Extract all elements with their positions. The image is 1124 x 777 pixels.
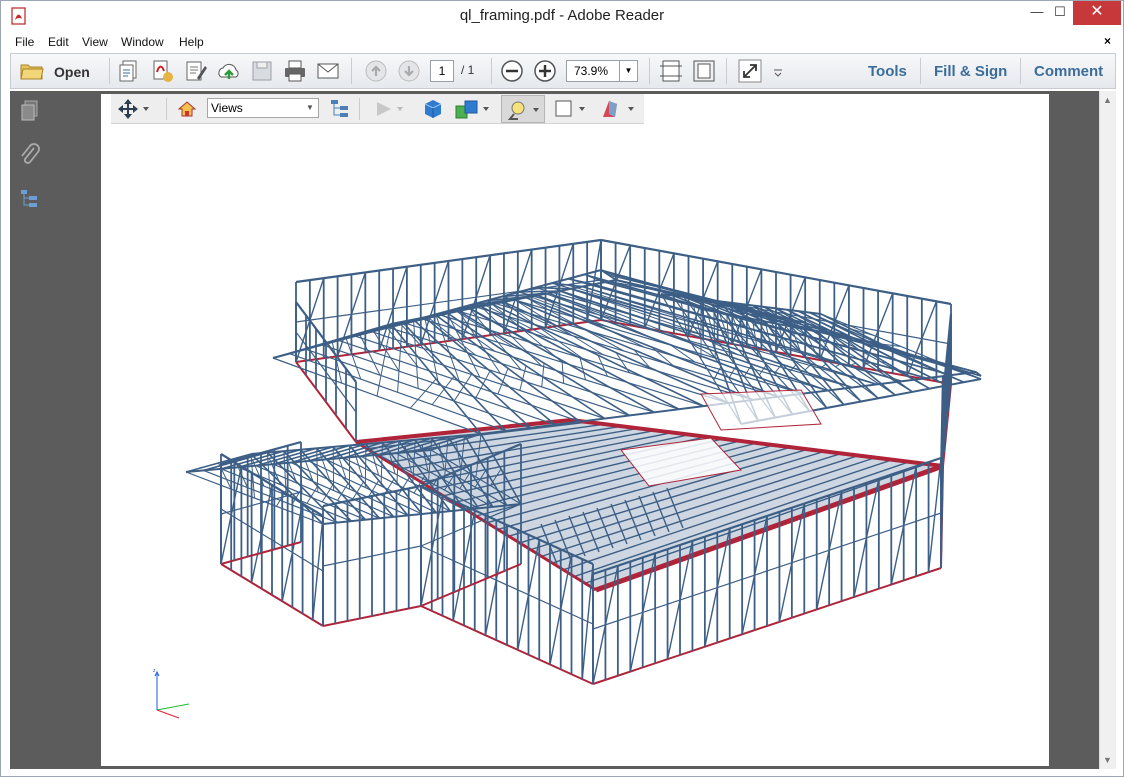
views-dropdown[interactable]: Views ▼ xyxy=(207,98,319,118)
page-total: / 1 xyxy=(461,63,475,77)
menu-edit[interactable]: Edit xyxy=(48,35,69,49)
3d-toolbar: Views ▼ xyxy=(111,94,644,124)
scroll-up-icon[interactable]: ▲ xyxy=(1103,95,1112,105)
chevron-down-icon[interactable]: ▼ xyxy=(302,99,318,117)
toolbar-separator xyxy=(920,58,921,84)
toolbar-separator xyxy=(351,58,352,84)
next-page-icon[interactable] xyxy=(396,58,422,84)
background-color-icon[interactable] xyxy=(553,98,589,120)
page-thumbnails-icon[interactable] xyxy=(18,99,42,123)
folder-icon xyxy=(20,64,44,80)
edit-pdf-icon[interactable] xyxy=(183,58,209,84)
play-animation-icon[interactable] xyxy=(373,98,407,120)
rotate-tool-icon[interactable] xyxy=(117,98,151,120)
zoom-level-select[interactable]: 73.9% ▼ xyxy=(566,60,638,82)
toolbar-separator xyxy=(359,98,360,120)
customize-toolbar-icon[interactable] xyxy=(771,58,785,84)
lighting-tool-button[interactable] xyxy=(501,95,545,123)
home-view-icon[interactable] xyxy=(176,98,198,120)
page-number-input[interactable]: 1 xyxy=(430,60,454,82)
fit-width-icon[interactable] xyxy=(691,58,717,84)
main-toolbar: Open 1 / 1 73.9% ▼ Tools Fill & Sign Com… xyxy=(10,53,1116,89)
axis-triad: z xyxy=(153,668,190,719)
views-label: Views xyxy=(211,101,243,115)
print-icon[interactable] xyxy=(282,58,308,84)
menu-bar: File Edit View Window Help × xyxy=(1,31,1123,53)
zoom-value: 73.9% xyxy=(574,64,609,78)
menu-window[interactable]: Window xyxy=(121,35,164,49)
document-area: Views ▼ z xyxy=(50,91,1099,769)
toolbar-separator xyxy=(726,58,727,84)
model-tree-icon[interactable] xyxy=(18,187,42,211)
scroll-down-icon[interactable]: ▼ xyxy=(1103,755,1112,765)
zoom-out-icon[interactable] xyxy=(499,58,525,84)
open-button[interactable]: Open xyxy=(15,58,101,84)
app-window: ql_framing.pdf - Adobe Reader — ☐ ✕ File… xyxy=(0,0,1124,777)
cross-section-icon[interactable] xyxy=(599,98,639,120)
close-button[interactable]: ✕ xyxy=(1073,1,1121,25)
zoom-in-icon[interactable] xyxy=(532,58,558,84)
full-screen-icon[interactable] xyxy=(737,58,763,84)
navigation-panel xyxy=(10,91,50,769)
render-mode-icon[interactable] xyxy=(454,98,492,120)
fill-sign-pane-button[interactable]: Fill & Sign xyxy=(934,63,1007,80)
menu-file[interactable]: File xyxy=(15,35,34,49)
menu-help[interactable]: Help xyxy=(179,35,204,49)
vertical-scrollbar[interactable]: ▲ ▼ xyxy=(1099,91,1116,769)
pdf-page[interactable]: Views ▼ z xyxy=(101,94,1049,766)
chevron-down-icon[interactable]: ▼ xyxy=(619,61,637,81)
fit-page-icon[interactable] xyxy=(658,58,684,84)
previous-page-icon[interactable] xyxy=(363,58,389,84)
export-pdf-icon[interactable] xyxy=(149,58,175,84)
create-pdf-icon[interactable] xyxy=(117,58,143,84)
comment-pane-button[interactable]: Comment xyxy=(1034,63,1103,80)
toolbar-separator xyxy=(109,58,110,84)
window-title: ql_framing.pdf - Adobe Reader xyxy=(459,7,665,24)
open-label: Open xyxy=(54,64,90,80)
3d-framing-model[interactable] xyxy=(101,94,1049,766)
toolbar-separator xyxy=(1020,58,1021,84)
svg-text:z: z xyxy=(153,668,156,674)
lighting-icon xyxy=(507,101,539,120)
menu-view[interactable]: View xyxy=(82,35,108,49)
upload-cloud-icon[interactable] xyxy=(216,58,242,84)
toolbar-separator xyxy=(649,58,650,84)
toolbar-separator xyxy=(491,58,492,84)
toolbar-separator xyxy=(166,98,167,120)
close-document-button[interactable]: × xyxy=(1104,34,1111,48)
model-tree-toggle-icon[interactable] xyxy=(329,98,351,120)
tools-pane-button[interactable]: Tools xyxy=(868,63,907,80)
title-bar: ql_framing.pdf - Adobe Reader — ☐ ✕ xyxy=(1,1,1123,31)
maximize-button[interactable]: ☐ xyxy=(1046,1,1074,25)
projection-icon[interactable] xyxy=(422,98,444,120)
save-icon[interactable] xyxy=(249,58,275,84)
attachments-icon[interactable] xyxy=(18,143,42,167)
email-icon[interactable] xyxy=(315,58,341,84)
